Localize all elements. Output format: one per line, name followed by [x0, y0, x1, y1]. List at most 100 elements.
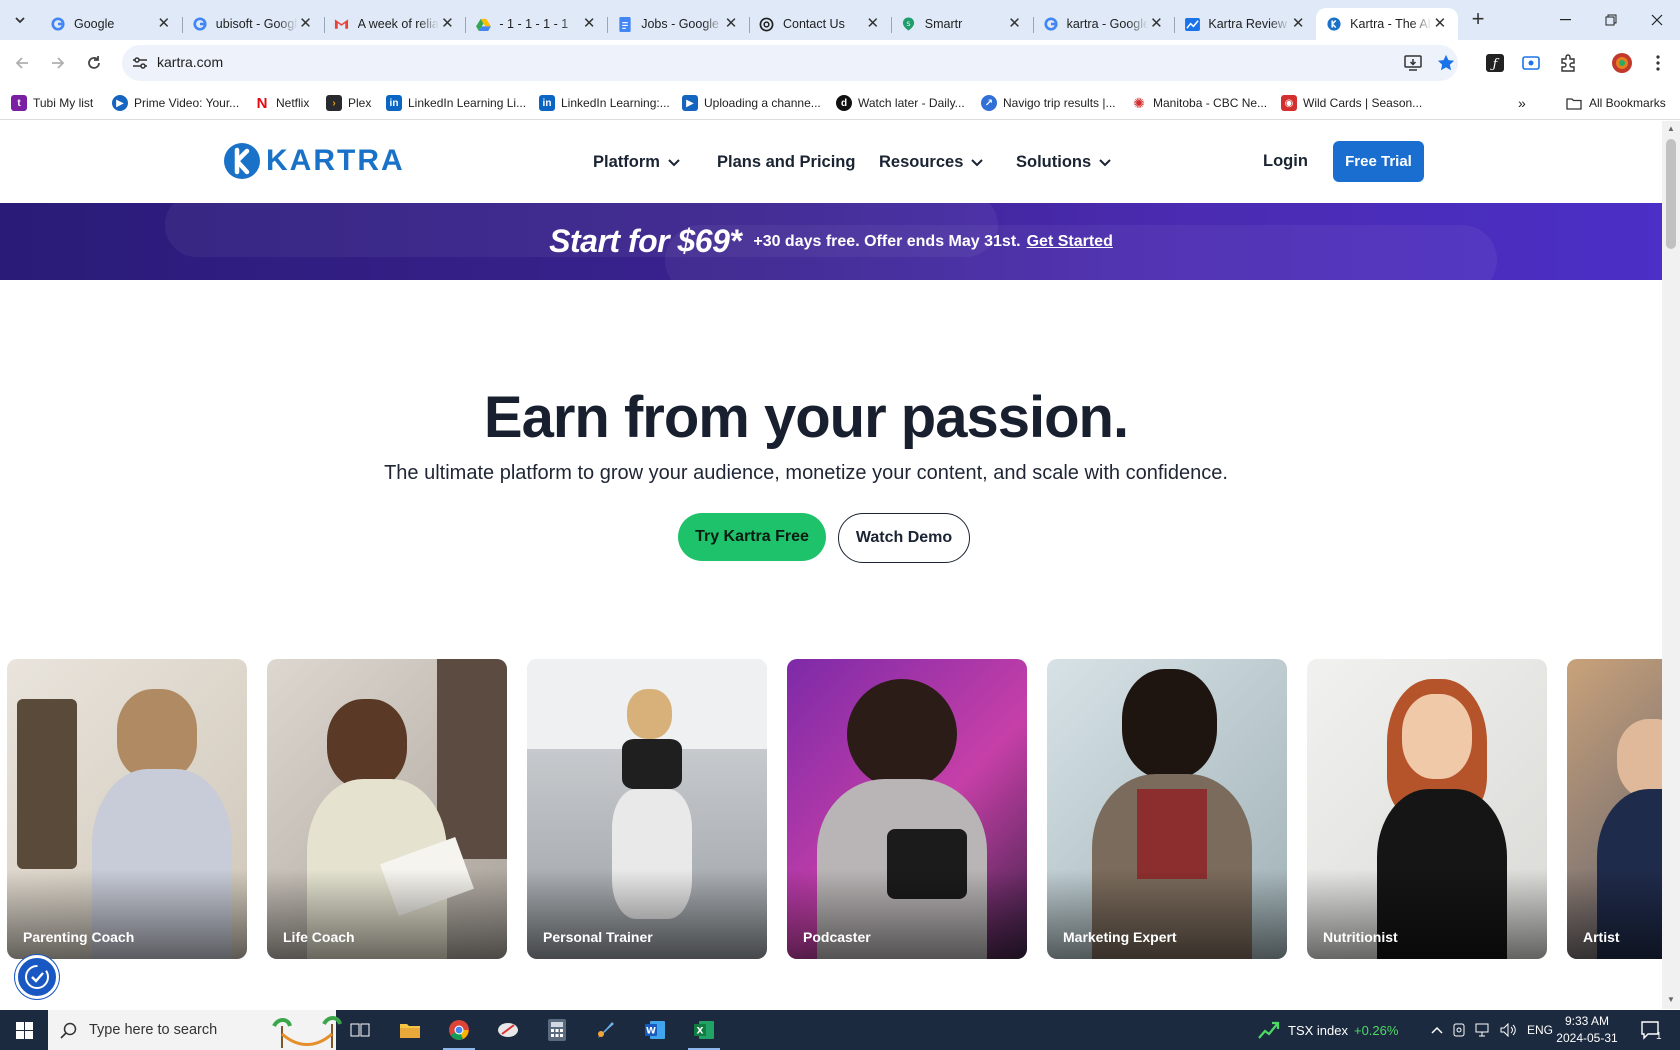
nav-plans-pricing[interactable]: Plans and Pricing: [717, 153, 855, 172]
close-tab-icon[interactable]: ✕: [865, 16, 881, 32]
tab-ubisoft[interactable]: ubisoft - Google Search ✕: [181, 8, 324, 40]
watch-demo-button[interactable]: Watch Demo: [838, 513, 970, 563]
meet-now-icon[interactable]: [1452, 1010, 1466, 1050]
close-tab-icon[interactable]: ✕: [439, 16, 455, 32]
snip-tool-icon[interactable]: [484, 1010, 532, 1050]
tab-gmail[interactable]: A week of reliable ✕: [323, 8, 466, 40]
excel-icon[interactable]: X: [680, 1010, 728, 1050]
persona-card-nutritionist[interactable]: Nutritionist: [1307, 659, 1547, 959]
accessibility-button[interactable]: [15, 955, 59, 999]
volume-icon[interactable]: [1500, 1010, 1518, 1050]
word-icon[interactable]: W: [631, 1010, 679, 1050]
bookmark-uploading[interactable]: ▶ Uploading a channe...: [682, 94, 821, 112]
persona-card-marketing-expert[interactable]: Marketing Expert: [1047, 659, 1287, 959]
bookmark-linkedin-1[interactable]: in LinkedIn Learning Li...: [386, 94, 526, 112]
tabs: Google ✕ ubisoft - Google Search ✕ A wee…: [40, 4, 1458, 40]
font-extension-icon[interactable]: ƒ: [1483, 51, 1507, 75]
tab-google[interactable]: Google ✕: [40, 8, 182, 40]
show-hidden-icons-icon[interactable]: [1431, 1010, 1443, 1050]
free-trial-button[interactable]: Free Trial: [1333, 141, 1424, 182]
file-explorer-icon[interactable]: [386, 1010, 434, 1050]
tab-drive[interactable]: - 1 - 1 - 1 - 1 ✕: [465, 8, 607, 40]
calculator-icon[interactable]: [533, 1010, 581, 1050]
notifications-icon[interactable]: 1: [1640, 1010, 1662, 1050]
tab-title: Kartra - The All-in-One: [1350, 17, 1432, 31]
close-tab-icon[interactable]: ✕: [723, 16, 739, 32]
bookmark-dailymotion[interactable]: d Watch later - Daily...: [836, 94, 965, 112]
persona-card-parenting-coach[interactable]: Parenting Coach: [7, 659, 247, 959]
close-tab-icon[interactable]: ✕: [1432, 16, 1448, 32]
bookmark-linkedin-2[interactable]: in LinkedIn Learning:...: [539, 94, 670, 112]
windows-start-icon[interactable]: [0, 1010, 48, 1050]
restore-icon[interactable]: [1588, 0, 1634, 40]
extensions-icon[interactable]: [1556, 51, 1580, 75]
get-started-link[interactable]: Get Started: [1027, 233, 1113, 251]
persona-card-artist[interactable]: Artist: [1567, 659, 1662, 959]
bookmark-cbc[interactable]: ✺ Manitoba - CBC Ne...: [1131, 94, 1267, 112]
close-tab-icon[interactable]: ✕: [1148, 16, 1164, 32]
all-bookmarks[interactable]: All Bookmarks: [1566, 94, 1666, 112]
more-bookmarks-icon[interactable]: »: [1518, 94, 1526, 112]
paint-icon[interactable]: [582, 1010, 630, 1050]
close-tab-icon[interactable]: ✕: [581, 16, 597, 32]
close-window-icon[interactable]: [1634, 0, 1680, 40]
network-icon[interactable]: [1475, 1010, 1493, 1050]
close-tab-icon[interactable]: ✕: [1007, 16, 1023, 32]
login-link[interactable]: Login: [1263, 152, 1308, 171]
nav-resources[interactable]: Resources: [879, 153, 984, 172]
site-info-icon[interactable]: [130, 53, 150, 73]
tab-docs[interactable]: Jobs - Google Docs ✕: [607, 8, 749, 40]
profile-avatar[interactable]: [1610, 51, 1634, 75]
nav-solutions[interactable]: Solutions: [1016, 153, 1111, 172]
scroll-up-icon[interactable]: ▲: [1666, 124, 1676, 134]
address-bar[interactable]: kartra.com: [122, 45, 1458, 81]
tab-kartra-review[interactable]: Kartra Review ✕: [1174, 8, 1316, 40]
tab-kartra-search[interactable]: kartra - Google Search ✕: [1032, 8, 1175, 40]
tab-kartra-active[interactable]: Kartra - The All-in-One ✕: [1316, 8, 1458, 40]
bookmark-label: LinkedIn Learning Li...: [408, 96, 527, 110]
close-tab-icon[interactable]: ✕: [156, 16, 172, 32]
reload-icon[interactable]: [80, 49, 108, 77]
windows-taskbar: Type here to search W X TSX index +0.26%…: [0, 1010, 1680, 1050]
install-app-icon[interactable]: [1402, 52, 1424, 74]
tab-smartr[interactable]: S Smartr ✕: [890, 8, 1033, 40]
taskbar-search-box[interactable]: Type here to search: [48, 1010, 342, 1050]
clock[interactable]: 9:33 AM 2024-05-31: [1552, 1013, 1622, 1047]
persona-card-personal-trainer[interactable]: Personal Trainer: [527, 659, 767, 959]
close-tab-icon[interactable]: ✕: [1290, 16, 1306, 32]
bookmark-plex[interactable]: › Plex: [326, 94, 371, 112]
person-head: [1122, 669, 1217, 779]
minimize-icon[interactable]: [1542, 0, 1588, 40]
stock-widget[interactable]: TSX index +0.26%: [1258, 1010, 1398, 1050]
bookmark-navigo[interactable]: ↗ Navigo trip results |...: [981, 94, 1116, 112]
tab-search-chevron-icon[interactable]: [6, 8, 34, 32]
try-kartra-free-button[interactable]: Try Kartra Free: [678, 513, 826, 561]
promo-content: Start for $69* +30 days free. Offer ends…: [0, 203, 1662, 280]
clock-time: 9:33 AM: [1564, 1014, 1610, 1028]
bookshelf: [437, 659, 507, 859]
nav-platform[interactable]: Platform: [593, 153, 680, 172]
url-text[interactable]: kartra.com: [157, 54, 223, 70]
back-icon[interactable]: [8, 49, 36, 77]
kartra-logo[interactable]: KARTRA: [222, 141, 405, 181]
bookmark-netflix[interactable]: N Netflix: [254, 94, 310, 112]
bookmark-wildcards[interactable]: ◉ Wild Cards | Season...: [1281, 94, 1422, 112]
persona-card-podcaster[interactable]: Podcaster: [787, 659, 1027, 959]
close-tab-icon[interactable]: ✕: [298, 16, 314, 32]
chrome-icon[interactable]: [435, 1010, 483, 1050]
scroll-thumb[interactable]: [1666, 139, 1676, 249]
bookmarks-bar: t Tubi My list ▶ Prime Video: Your... N Net…: [0, 86, 1680, 120]
picture-in-picture-icon[interactable]: [1519, 51, 1543, 75]
new-tab-icon[interactable]: +: [1464, 6, 1492, 34]
forward-icon[interactable]: [44, 49, 72, 77]
bookmark-prime[interactable]: ▶ Prime Video: Your...: [112, 94, 239, 112]
bookmark-star-icon[interactable]: [1435, 52, 1457, 74]
persona-card-life-coach[interactable]: Life Coach: [267, 659, 507, 959]
task-view-icon[interactable]: [336, 1010, 384, 1050]
tab-contact[interactable]: Contact Us ✕: [748, 8, 891, 40]
bookmark-tubi[interactable]: t Tubi My list: [11, 94, 93, 112]
language-indicator[interactable]: ENG: [1527, 1010, 1553, 1050]
menu-kebab-icon[interactable]: [1646, 51, 1670, 75]
scroll-down-icon[interactable]: ▼: [1666, 995, 1676, 1005]
page-scrollbar[interactable]: ▲ ▼: [1662, 121, 1680, 1009]
